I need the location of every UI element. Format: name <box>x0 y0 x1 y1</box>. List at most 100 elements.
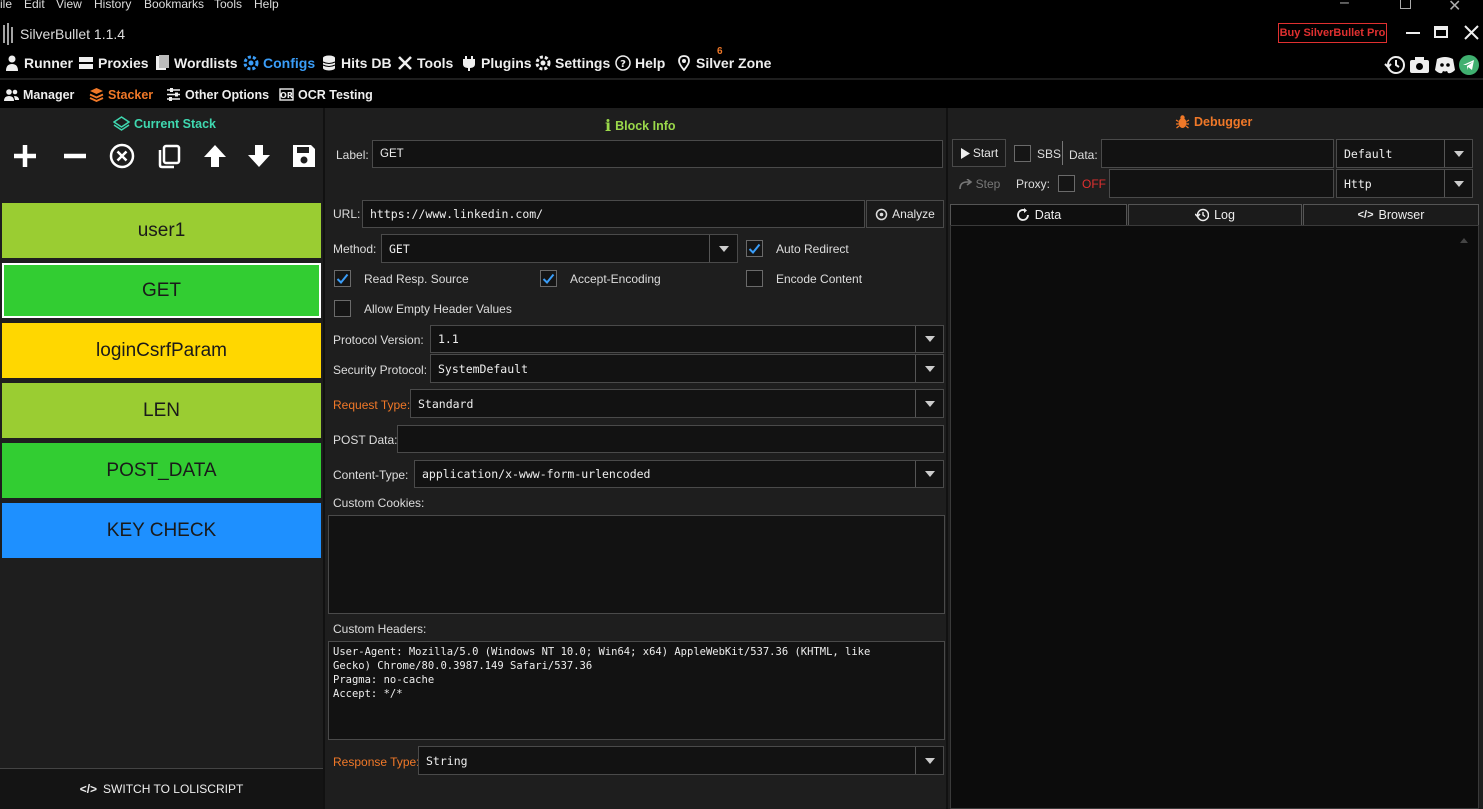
sbs-label: SBS <box>1037 147 1062 161</box>
wordlists-icon <box>156 55 169 70</box>
stack-block[interactable]: POST_DATA <box>2 443 321 498</box>
response-type-caption: Response Type: <box>333 755 420 769</box>
app-title: SilverBullet 1.1.4 <box>20 26 126 42</box>
nav-runner[interactable]: Runner <box>4 55 73 71</box>
nav-tools[interactable]: Tools <box>397 55 453 71</box>
move-down-button[interactable] <box>243 140 275 172</box>
read-resp-checkbox[interactable] <box>334 270 351 287</box>
label-input[interactable]: GET <box>372 140 943 168</box>
camera-icon[interactable] <box>1409 55 1430 75</box>
proxy-type-select[interactable]: Http <box>1336 169 1473 198</box>
nav-silverzone-label: Silver Zone <box>696 55 772 71</box>
stack-block[interactable]: loginCsrfParam <box>2 323 321 378</box>
menu-edit[interactable]: Edit <box>24 0 45 11</box>
plug-icon <box>463 56 475 71</box>
nav-hitsdb[interactable]: Hits DB <box>321 55 392 71</box>
window-minimize-icon[interactable]: – <box>1340 0 1349 12</box>
history-icon[interactable] <box>1384 54 1406 76</box>
app-close-icon[interactable] <box>1464 25 1479 40</box>
nav-proxies[interactable]: Proxies <box>78 55 149 71</box>
menu-help[interactable]: Help <box>254 0 279 11</box>
nav-settings[interactable]: Settings <box>535 55 610 71</box>
menu-tools[interactable]: Tools <box>214 0 242 11</box>
debugger-output[interactable] <box>950 225 1479 809</box>
clear-blocks-button[interactable] <box>106 140 138 172</box>
post-data-input[interactable] <box>397 425 944 453</box>
step-button[interactable]: Step <box>952 170 1006 198</box>
stack-block-selected[interactable]: GET <box>2 263 321 318</box>
security-protocol-select[interactable]: SystemDefault <box>430 354 944 383</box>
url-input[interactable]: https://www.linkedin.com/ <box>362 200 865 228</box>
menu-history[interactable]: History <box>94 0 131 11</box>
encode-content-checkbox[interactable] <box>746 270 763 287</box>
switch-to-loliscript-button[interactable]: </> SWITCH TO LOLISCRIPT <box>0 768 323 809</box>
response-type-select[interactable]: String <box>418 746 944 775</box>
subnav-ocr-testing[interactable]: OR OCR Testing <box>279 87 373 102</box>
buy-pro-button[interactable]: Buy SilverBullet Pro <box>1278 23 1387 43</box>
menu-view[interactable]: View <box>56 0 82 11</box>
scroll-up-icon[interactable] <box>1460 238 1468 243</box>
copy-icon <box>158 144 181 169</box>
proxy-input[interactable] <box>1109 169 1334 198</box>
discord-icon[interactable] <box>1434 55 1456 75</box>
data-mode-select[interactable]: Default <box>1336 139 1473 168</box>
nav-help[interactable]: ? Help <box>615 55 665 71</box>
ocr-icon: OR <box>279 88 294 101</box>
window-close-icon[interactable]: ✕ <box>1448 0 1461 16</box>
content-type-caption: Content-Type: <box>333 468 409 482</box>
tab-log[interactable]: Log <box>1128 204 1302 225</box>
clone-block-button[interactable] <box>153 140 185 172</box>
add-block-button[interactable] <box>9 140 41 172</box>
analyze-button[interactable]: Analyze <box>866 200 944 228</box>
accept-encoding-checkbox[interactable] <box>540 270 557 287</box>
nav-configs[interactable]: Configs <box>243 55 315 71</box>
database-icon <box>322 55 336 71</box>
move-up-button[interactable] <box>199 140 231 172</box>
tab-data[interactable]: Data <box>950 204 1127 225</box>
panel-divider <box>946 108 948 809</box>
nav-plugins[interactable]: Plugins <box>461 55 532 71</box>
allow-empty-headers-label: Allow Empty Header Values <box>364 302 512 316</box>
tools-icon <box>398 56 412 70</box>
history-log-icon <box>1195 208 1210 222</box>
start-button[interactable]: Start <box>952 139 1006 167</box>
menu-bookmarks[interactable]: Bookmarks <box>144 0 204 11</box>
runner-icon <box>6 55 18 71</box>
subnav-stacker[interactable]: Stacker <box>89 87 153 102</box>
response-type-value: String <box>426 753 468 768</box>
protocol-version-select[interactable]: 1.1 <box>430 325 944 353</box>
app-maximize-icon[interactable] <box>1434 26 1448 38</box>
svg-text:OR: OR <box>280 91 293 100</box>
chevron-down-icon <box>915 355 943 382</box>
nav-plugins-label: Plugins <box>481 55 532 71</box>
method-select[interactable]: GET <box>381 234 738 263</box>
menu-file[interactable]: ile <box>0 0 12 11</box>
stack-block[interactable]: user1 <box>2 203 321 258</box>
subnav-other-options[interactable]: Other Options <box>166 87 269 102</box>
stack-block[interactable]: LEN <box>2 383 321 438</box>
sbs-checkbox[interactable] <box>1014 145 1031 162</box>
custom-cookies-textarea[interactable] <box>328 515 945 614</box>
nav-wordlists[interactable]: Wordlists <box>154 55 238 71</box>
remove-block-button[interactable] <box>59 140 91 172</box>
protocol-version-value: 1.1 <box>438 332 459 346</box>
app-minimize-icon[interactable] <box>1406 32 1420 34</box>
request-type-select[interactable]: Standard <box>410 389 944 418</box>
subnav-manager[interactable]: Manager <box>4 87 74 102</box>
debug-data-input[interactable] <box>1101 139 1334 168</box>
window-maximize-icon[interactable] <box>1400 0 1411 9</box>
stack-block[interactable]: KEY CHECK <box>2 503 321 558</box>
bug-icon <box>1175 115 1190 129</box>
content-type-select[interactable]: application/x-www-form-urlencoded <box>414 460 944 488</box>
stack-layers-icon <box>113 116 130 131</box>
nav-silverzone[interactable]: Silver Zone <box>676 55 771 71</box>
telegram-icon[interactable] <box>1459 55 1479 75</box>
auto-redirect-checkbox[interactable] <box>746 240 763 257</box>
chevron-down-icon <box>1444 170 1472 197</box>
nav-settings-label: Settings <box>555 55 611 71</box>
proxy-checkbox[interactable] <box>1058 175 1075 192</box>
custom-headers-textarea[interactable]: User-Agent: Mozilla/5.0 (Windows NT 10.0… <box>328 641 945 740</box>
tab-browser[interactable]: </> Browser <box>1303 204 1479 225</box>
allow-empty-headers-checkbox[interactable] <box>334 300 351 317</box>
save-config-button[interactable] <box>288 140 320 172</box>
